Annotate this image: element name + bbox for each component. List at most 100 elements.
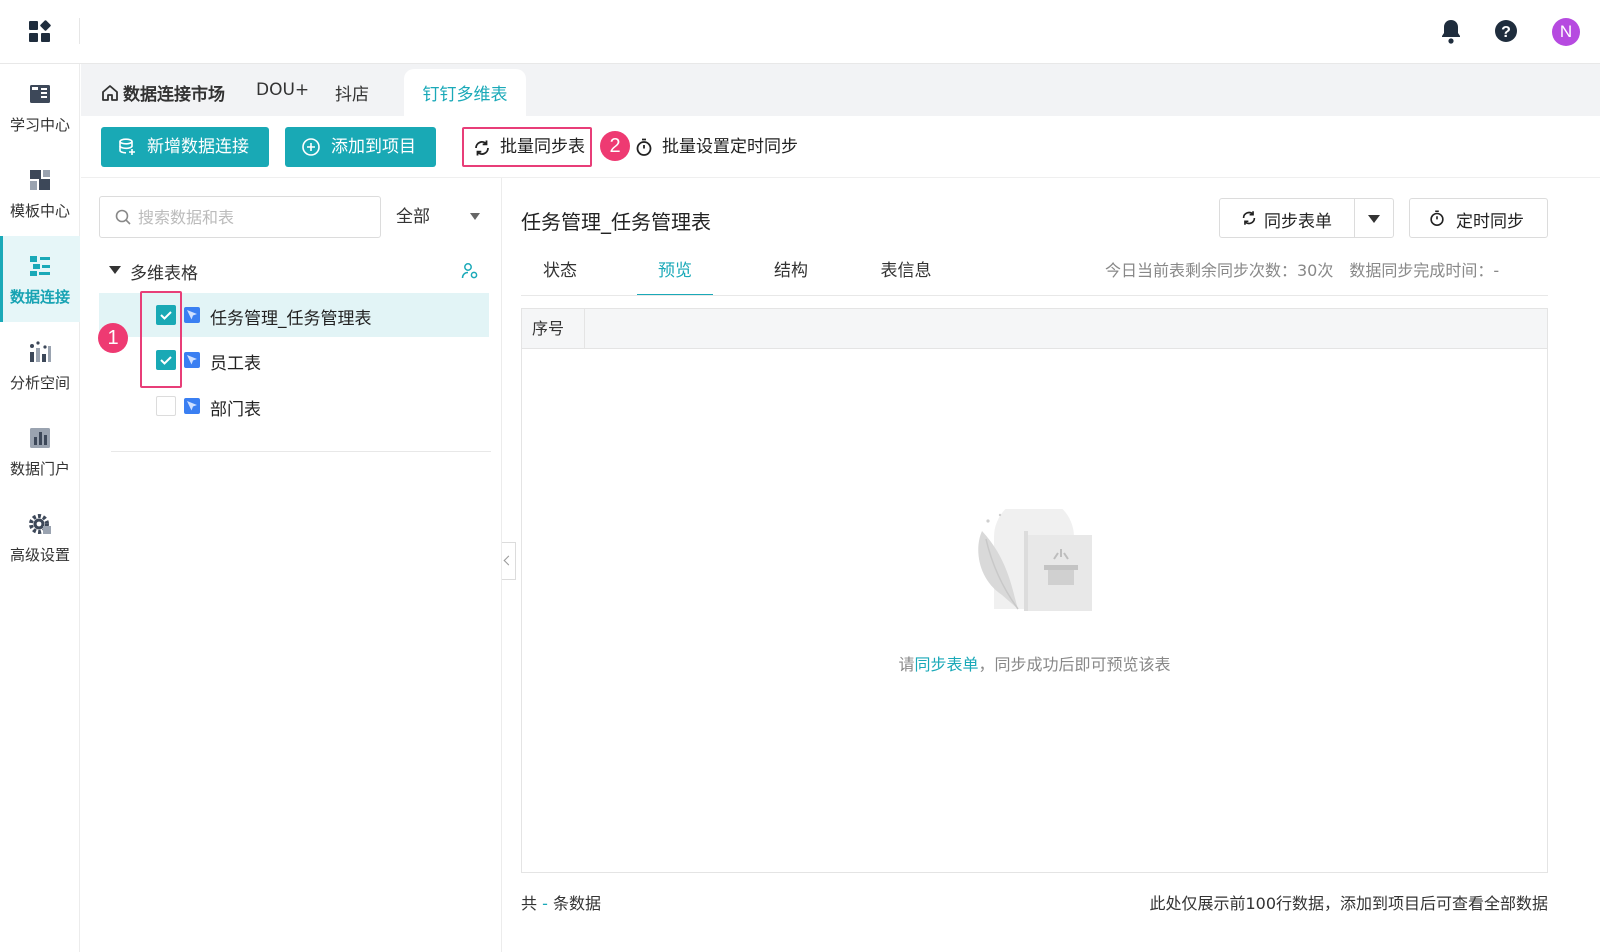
tab-label: 数据连接市场: [123, 85, 225, 105]
button-label: 批量同步表: [500, 137, 585, 157]
filter-dropdown[interactable]: 全部: [396, 196, 490, 238]
preview-limit-note: 此处仅展示前100行数据，添加到项目后可查看全部数据: [1149, 894, 1548, 913]
refresh-icon: [1242, 211, 1256, 225]
table-list-panel: 全部 多维表格 任务管理_任务管理表 员工表: [81, 178, 502, 952]
nav-label: 数据连接: [9, 288, 70, 306]
button-label: 定时同步: [1456, 212, 1524, 232]
row-count: 共 - 条数据: [521, 890, 601, 914]
sync-info: 今日当前表剩余同步次数：30次 数据同步完成时间：-: [1105, 257, 1499, 281]
gear-icon: [29, 514, 51, 534]
stopwatch-icon: [1430, 210, 1444, 227]
button-label: 添加到项目: [331, 137, 416, 157]
bar-chart-icon: [30, 428, 50, 448]
nav-item-data-connection[interactable]: 数据连接: [0, 236, 80, 322]
preview-header: 序号: [522, 309, 1547, 349]
checkbox-unchecked[interactable]: [156, 396, 176, 416]
nav-item-data-portal[interactable]: 数据门户: [0, 408, 80, 494]
tab-label: 钉钉多维表: [422, 85, 508, 105]
sync-form-button[interactable]: 同步表单: [1219, 198, 1394, 238]
tab-dingtalk-multidimensional[interactable]: 钉钉多维表: [404, 69, 526, 116]
batch-timer-sync-button[interactable]: 批量设置定时同步: [634, 127, 834, 167]
sync-complete-time: 数据同步完成时间：-: [1349, 261, 1500, 280]
add-data-connection-button[interactable]: 新增数据连接: [101, 127, 269, 167]
collapse-panel-handle[interactable]: [502, 542, 516, 580]
empty-prefix: 请: [898, 655, 915, 674]
caret-down-icon[interactable]: [109, 266, 121, 274]
filter-value: 全部: [396, 207, 430, 227]
nav-label: 模板中心: [9, 202, 70, 220]
tab-preview[interactable]: 预览: [637, 256, 713, 296]
search-box[interactable]: [99, 196, 381, 238]
search-icon: [115, 209, 131, 225]
template-icon: [30, 170, 50, 190]
nav-label: 学习中心: [9, 116, 70, 134]
tab-table-info[interactable]: 表信息: [868, 256, 944, 296]
stopwatch-icon: [636, 138, 652, 156]
step-badge-1: 1: [98, 323, 128, 353]
database-plus-icon: [119, 138, 135, 155]
data-connection-icon: [30, 256, 50, 276]
split-divider: [1354, 199, 1355, 237]
table-item-employees[interactable]: 员工表: [99, 338, 489, 382]
tab-status[interactable]: 状态: [522, 256, 598, 296]
home-icon: [102, 85, 118, 101]
nav-item-analysis-space[interactable]: 分析空间: [0, 322, 80, 408]
checkbox-checked[interactable]: [156, 305, 176, 325]
nav-label: 高级设置: [9, 546, 70, 564]
empty-state-illustration: [978, 509, 1092, 611]
timer-sync-button[interactable]: 定时同步: [1409, 198, 1548, 238]
nav-item-template-center[interactable]: 模板中心: [0, 150, 80, 236]
sync-form-link[interactable]: 同步表单: [914, 655, 978, 674]
column-header-index: 序号: [522, 309, 585, 349]
button-label: 批量设置定时同步: [662, 137, 798, 157]
topbar-divider: [79, 18, 80, 44]
group-label: 多维表格: [130, 264, 198, 284]
remaining-syncs: 今日当前表剩余同步次数：30次: [1105, 261, 1334, 280]
row-count-value: -: [542, 894, 548, 913]
multidimensional-table-icon: [184, 307, 200, 323]
plus-circle-icon: [302, 138, 320, 156]
help-icon[interactable]: ?: [1493, 16, 1519, 48]
toolbar: 新增数据连接 添加到项目 批量同步表 2 批量设置定时同步: [81, 116, 1600, 178]
analysis-icon: [30, 341, 51, 362]
bell-icon[interactable]: [1439, 16, 1463, 48]
user-avatar[interactable]: N: [1552, 18, 1580, 46]
tab-structure[interactable]: 结构: [753, 256, 829, 296]
add-to-project-button[interactable]: 添加到项目: [285, 127, 436, 167]
button-label: 同步表单: [1264, 212, 1332, 232]
table-item-task-management[interactable]: 任务管理_任务管理表: [99, 293, 489, 337]
divider: [111, 451, 491, 452]
nav-label: 数据门户: [9, 460, 70, 478]
top-bar: ? N: [0, 0, 1600, 64]
tab-doudian[interactable]: 抖店: [335, 80, 369, 105]
tab-strip: 数据连接市场 DOU+ 抖店 钉钉多维表: [81, 64, 1600, 116]
empty-state-text: 请同步表单，同步成功后即可预览该表: [522, 651, 1547, 675]
button-label: 新增数据连接: [147, 137, 249, 157]
table-title: 任务管理_任务管理表: [521, 210, 711, 234]
multidimensional-table-icon: [184, 398, 200, 414]
nav-item-advanced-settings[interactable]: 高级设置: [0, 494, 80, 580]
table-item-label: 员工表: [210, 354, 261, 374]
checkbox-checked[interactable]: [156, 350, 176, 370]
batch-sync-button[interactable]: 批量同步表: [462, 127, 592, 167]
step-badge-2: 2: [600, 131, 630, 161]
table-item-departments[interactable]: 部门表: [99, 384, 489, 428]
preview-table: 序号 请同步表单，同步成功后即可预览该表: [521, 308, 1548, 873]
row-count-prefix: 共: [521, 894, 538, 913]
caret-down-icon: [470, 213, 480, 220]
group-multidimensional-tables[interactable]: 多维表格: [99, 254, 491, 286]
user-setting-icon[interactable]: [461, 262, 479, 280]
empty-suffix: ，同步成功后即可预览该表: [978, 655, 1171, 674]
refresh-icon: [475, 140, 489, 156]
apps-grid-icon[interactable]: [28, 20, 52, 44]
row-count-suffix: 条数据: [552, 894, 601, 913]
left-nav: 学习中心 模板中心 数据连接 分析空间 数据门户 高级设置: [0, 64, 80, 952]
table-detail-panel: 任务管理_任务管理表 同步表单 定时同步 状态 预览 结构 表信息 今日当前表剩…: [520, 178, 1600, 952]
tab-data-connection-market[interactable]: 数据连接市场: [101, 80, 225, 105]
tab-dou-plus[interactable]: DOU+: [256, 80, 309, 100]
table-item-label: 任务管理_任务管理表: [210, 309, 372, 329]
search-input[interactable]: [138, 205, 368, 229]
caret-down-icon[interactable]: [1368, 215, 1380, 223]
table-item-label: 部门表: [210, 400, 261, 420]
nav-item-learning-center[interactable]: 学习中心: [0, 64, 80, 150]
